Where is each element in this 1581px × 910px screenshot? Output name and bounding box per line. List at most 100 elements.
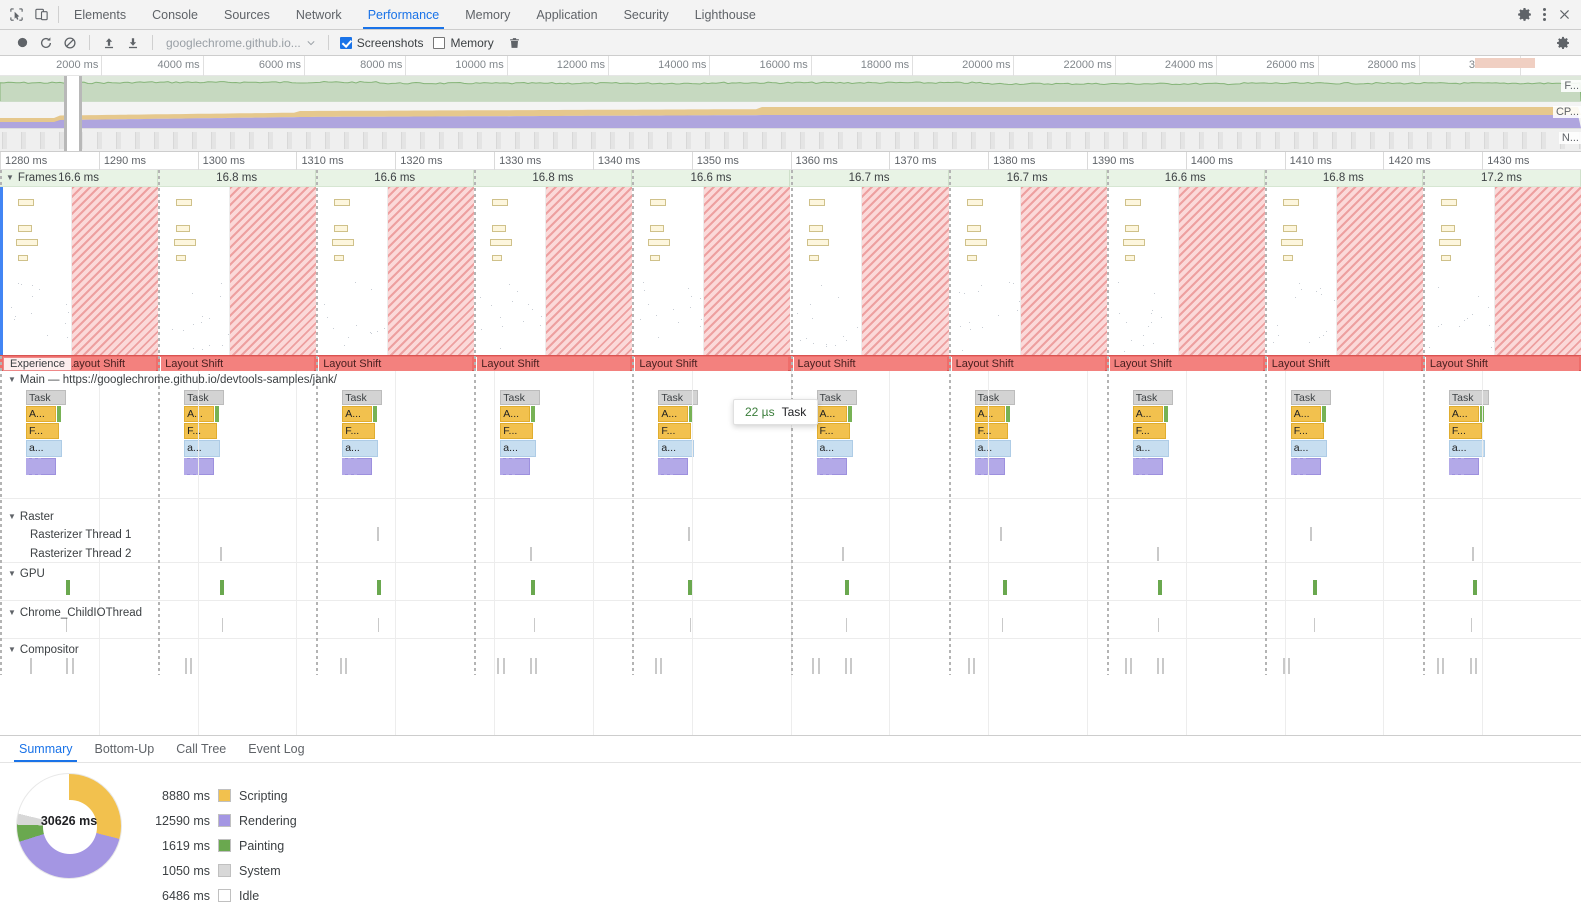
flame-bar[interactable] xyxy=(1132,458,1163,475)
frame-duration-cell[interactable]: 16.7 ms xyxy=(791,170,949,187)
frame-duration-cell[interactable]: 16.8 ms xyxy=(474,170,633,187)
rasterizer-event[interactable] xyxy=(220,547,222,561)
tab-bottom-up[interactable]: Bottom-Up xyxy=(83,736,165,762)
tab-event-log[interactable]: Event Log xyxy=(237,736,315,762)
rasterizer-event[interactable] xyxy=(530,547,532,561)
trash-icon[interactable] xyxy=(503,32,527,54)
gpu-event[interactable] xyxy=(845,580,849,595)
compositor-event[interactable] xyxy=(660,658,662,674)
compositor-event[interactable] xyxy=(535,658,537,674)
layout-shift-event[interactable]: Layout Shift xyxy=(62,357,157,371)
flame-bar[interactable] xyxy=(974,458,1005,475)
frame-screenshot[interactable] xyxy=(316,187,389,355)
compositor-event[interactable] xyxy=(1288,658,1290,674)
flame-bar-paint[interactable] xyxy=(215,406,220,422)
rasterizer-event[interactable] xyxy=(1157,547,1159,561)
layout-shift-event[interactable]: Layout Shift xyxy=(950,357,1105,371)
compositor-event[interactable] xyxy=(503,658,505,674)
flame-bar[interactable] xyxy=(1290,458,1321,475)
timeline-overview[interactable]: 2000 ms 4000 ms 6000 ms 8000 ms 10000 ms 1200… xyxy=(0,56,1581,152)
flame-bar[interactable]: a... xyxy=(184,440,221,457)
frame-duration-cell[interactable]: 16.6 ms xyxy=(1107,170,1265,187)
frame-screenshot[interactable] xyxy=(790,187,863,355)
compositor-event[interactable] xyxy=(185,658,187,674)
layout-shift-event[interactable]: Layout Shift xyxy=(1266,357,1421,371)
childiothread-event[interactable] xyxy=(66,618,67,632)
compositor-event[interactable] xyxy=(845,658,847,674)
tab-console[interactable]: Console xyxy=(139,0,211,29)
dropped-frame-region[interactable] xyxy=(230,187,317,355)
compositor-event[interactable] xyxy=(1130,658,1132,674)
frame-screenshot[interactable] xyxy=(1422,187,1495,355)
flame-bar[interactable]: A... xyxy=(184,406,215,422)
compositor-event[interactable] xyxy=(345,658,347,674)
compositor-event[interactable] xyxy=(66,658,68,674)
flame-bar[interactable]: A... xyxy=(816,406,847,422)
childiothread-track-title[interactable]: ▼ Chrome_ChildIOThread xyxy=(8,607,142,619)
compositor-event[interactable] xyxy=(818,658,820,674)
rasterizer-event[interactable] xyxy=(1310,527,1312,541)
flame-bar-tick[interactable] xyxy=(342,458,346,475)
gpu-event[interactable] xyxy=(1158,580,1162,595)
flame-bar[interactable] xyxy=(184,458,215,475)
flame-bar[interactable] xyxy=(342,458,373,475)
flame-bar[interactable]: a... xyxy=(974,440,1011,457)
rasterizer-event[interactable] xyxy=(842,547,844,561)
dropped-frame-region[interactable] xyxy=(1336,187,1423,355)
flame-bar[interactable]: F... xyxy=(500,423,534,439)
flame-bar[interactable]: a... xyxy=(658,440,695,457)
flame-bar-task[interactable]: Task xyxy=(816,390,857,405)
childiothread-event[interactable] xyxy=(1002,618,1003,632)
gear-icon[interactable] xyxy=(1551,32,1575,54)
flame-bar-tick[interactable] xyxy=(184,458,188,475)
flame-bar-tick[interactable] xyxy=(1144,458,1148,475)
flame-bar-task[interactable]: Task xyxy=(342,390,383,405)
flame-bar-task[interactable]: Task xyxy=(500,390,541,405)
dropped-frame-region[interactable] xyxy=(704,187,791,355)
flame-bar-task[interactable]: Task xyxy=(1290,390,1331,405)
tab-lighthouse[interactable]: Lighthouse xyxy=(682,0,769,29)
layout-shift-event[interactable]: Layout Shift xyxy=(792,357,947,371)
device-toolbar-icon[interactable] xyxy=(33,6,50,23)
layout-shift-event[interactable]: Layout Shift xyxy=(1108,357,1263,371)
compositor-track-title[interactable]: ▼ Compositor xyxy=(8,644,79,656)
summary-legend-row[interactable]: 12590 ms Rendering xyxy=(138,808,297,833)
expander-triangle-icon[interactable]: ▼ xyxy=(8,569,16,578)
tab-network[interactable]: Network xyxy=(283,0,355,29)
flame-bar-tick[interactable] xyxy=(658,458,662,475)
dropped-frame-region[interactable] xyxy=(1020,187,1107,355)
dropped-frame-region[interactable] xyxy=(388,187,475,355)
compositor-event[interactable] xyxy=(973,658,975,674)
compositor-event[interactable] xyxy=(1470,658,1472,674)
expander-triangle-icon[interactable]: ▼ xyxy=(8,512,16,521)
flame-bar[interactable]: a... xyxy=(342,440,379,457)
childiothread-event[interactable] xyxy=(1158,618,1159,632)
frame-duration-cell[interactable]: 16.6 ms xyxy=(316,170,475,187)
overview-window-handle-right[interactable] xyxy=(79,76,82,151)
download-profile-icon[interactable] xyxy=(121,32,145,54)
flame-bar[interactable]: a... xyxy=(1132,440,1169,457)
kebab-menu-icon[interactable] xyxy=(1543,8,1546,21)
flame-bar-paint[interactable] xyxy=(1163,406,1168,422)
dropped-frame-region[interactable] xyxy=(862,187,949,355)
flame-bar[interactable]: a... xyxy=(816,440,853,457)
flame-bar-tick[interactable] xyxy=(32,458,35,475)
compositor-event[interactable] xyxy=(1437,658,1439,674)
inspect-element-icon[interactable] xyxy=(8,6,25,23)
rasterizer-event[interactable] xyxy=(1472,547,1474,561)
flame-bar-paint[interactable] xyxy=(531,406,536,422)
flame-bar-tick[interactable] xyxy=(1302,458,1306,475)
layout-shift-event[interactable]: Layout Shift xyxy=(318,357,473,371)
flame-bar[interactable]: A... xyxy=(26,406,56,422)
compositor-event[interactable] xyxy=(190,658,192,674)
expander-triangle-icon[interactable]: ▼ xyxy=(8,608,16,617)
screenshots-checkbox[interactable]: Screenshots xyxy=(339,36,423,50)
tab-call-tree[interactable]: Call Tree xyxy=(165,736,237,762)
flame-bar-tick[interactable] xyxy=(974,458,978,475)
overview-selection-window[interactable] xyxy=(66,76,80,151)
flame-bar[interactable] xyxy=(500,458,531,475)
flame-bar-tick[interactable] xyxy=(512,458,516,475)
flame-bar-tick[interactable] xyxy=(500,458,504,475)
reload-and-record-icon[interactable] xyxy=(34,32,58,54)
compositor-event[interactable] xyxy=(1475,658,1477,674)
